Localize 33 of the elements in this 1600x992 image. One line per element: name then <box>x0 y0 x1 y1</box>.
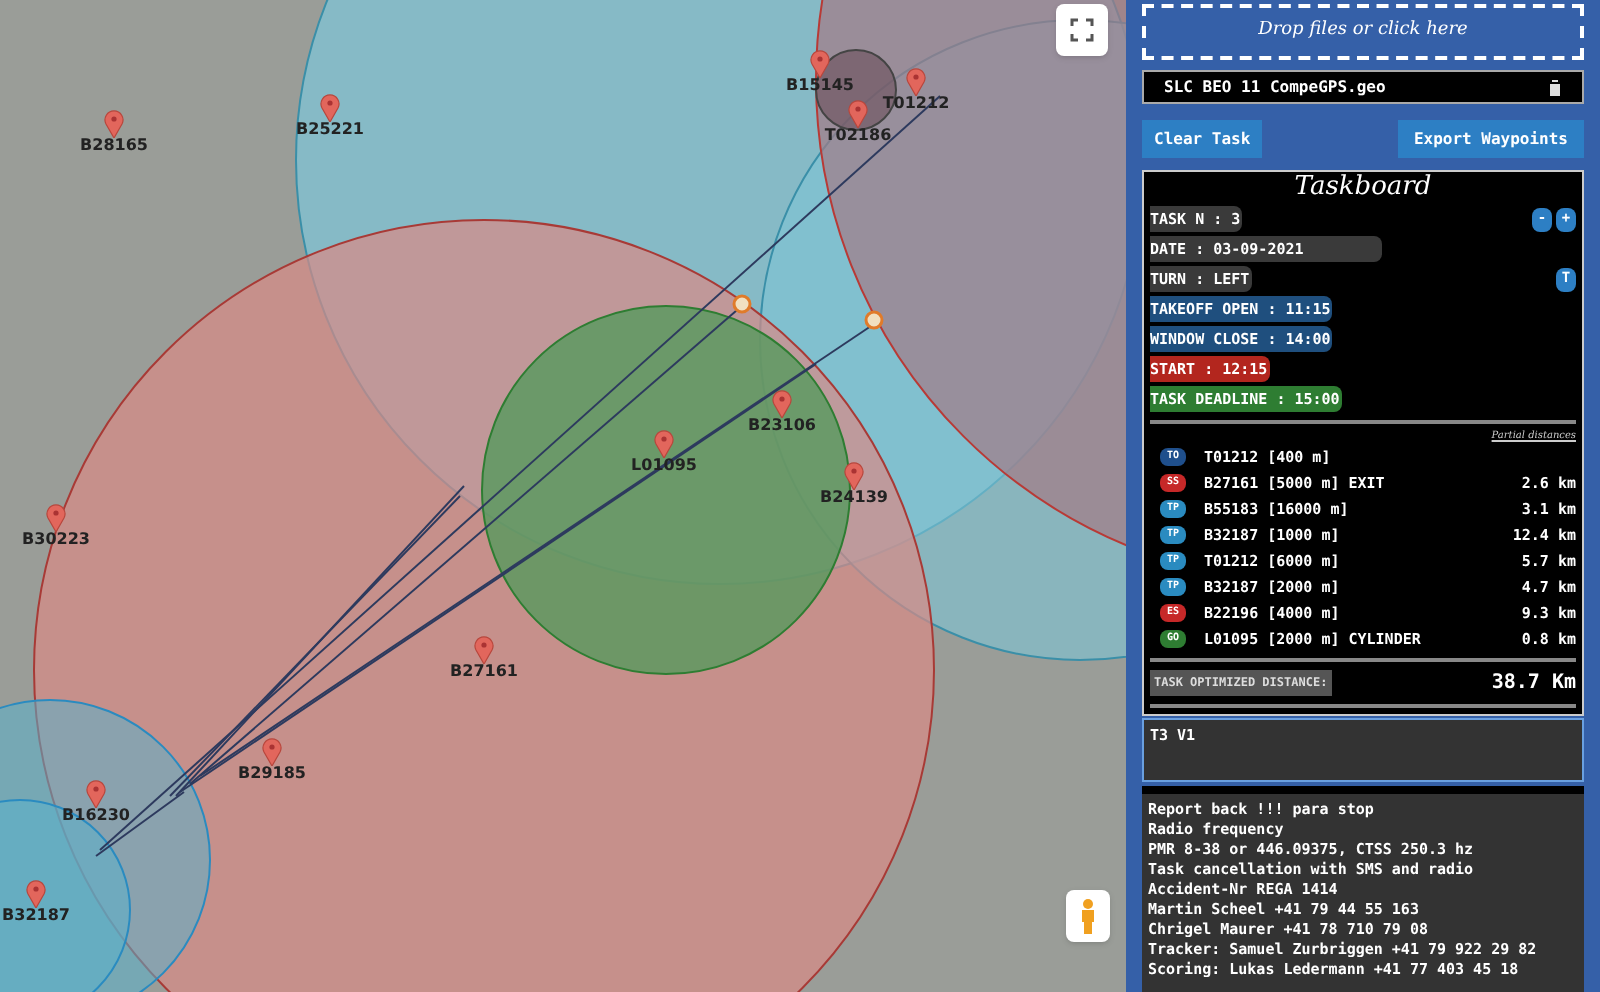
map-pin-icon[interactable] <box>906 68 926 96</box>
trash-icon[interactable] <box>1548 79 1562 95</box>
map-pin-icon[interactable] <box>772 390 792 418</box>
map-pin-icon[interactable] <box>104 110 124 138</box>
optimized-distance-value: 38.7 Km <box>1491 669 1576 697</box>
map-pin-icon[interactable] <box>262 738 282 766</box>
fullscreen-button[interactable] <box>1056 4 1108 56</box>
waypoint-label: B23106 <box>748 418 816 434</box>
waypoint-label: B32187 <box>2 908 70 924</box>
street-view-button[interactable] <box>1066 890 1110 942</box>
person-icon <box>1078 898 1098 934</box>
fullscreen-icon <box>1070 18 1094 42</box>
waypoint-label: B30223 <box>22 532 90 548</box>
taskboard-title: Taskboard <box>1292 172 1434 204</box>
map-pin-icon[interactable] <box>46 504 66 532</box>
waypoint-label: B27161 <box>450 664 518 680</box>
clear-task-button[interactable]: Clear Task <box>1142 120 1263 158</box>
map-pin-icon[interactable] <box>26 880 46 908</box>
waypoint-label: T02186 <box>824 128 892 144</box>
waypoint-label: B29185 <box>238 766 306 782</box>
map-pin-icon[interactable] <box>474 636 494 664</box>
export-waypoints-button[interactable]: Export Waypoints <box>1397 120 1584 158</box>
notes-field[interactable] <box>1142 785 1584 992</box>
map-pin-icon[interactable] <box>654 430 674 458</box>
waypoint-label: B28165 <box>80 138 148 154</box>
map-pin-icon[interactable] <box>810 50 830 78</box>
file-drop-zone[interactable]: Drop files or click here <box>1142 4 1584 60</box>
map-pin-icon[interactable] <box>86 780 106 808</box>
file-name: SLC BEO 11 CompeGPS.geo <box>1164 75 1386 99</box>
map-pin-icon[interactable] <box>320 94 340 122</box>
map-pin-icon[interactable] <box>844 462 864 490</box>
map-pin-icon[interactable] <box>848 100 868 128</box>
waypoint-label: B25221 <box>296 122 364 138</box>
